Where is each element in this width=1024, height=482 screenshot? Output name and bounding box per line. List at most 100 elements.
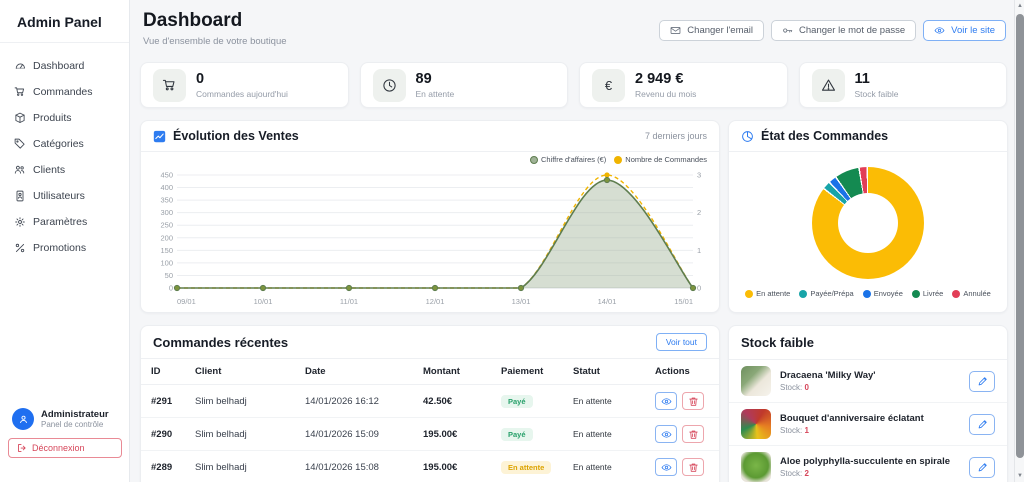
orders-table: ID Client Date Montant Paiement Statut A… <box>141 359 719 482</box>
sidebar: Admin Panel Dashboard Commandes Produits… <box>0 0 130 482</box>
order-client: Slim belhadj <box>185 450 295 482</box>
sidebar-nav: Dashboard Commandes Produits Catégories … <box>0 43 129 261</box>
sidebar-item-categories[interactable]: Catégories <box>0 131 129 157</box>
stat-label: Stock faible <box>854 89 899 99</box>
legend-label: Envoyée <box>873 289 903 298</box>
people-icon <box>14 165 25 174</box>
svg-text:350: 350 <box>160 196 173 205</box>
vertical-scrollbar[interactable]: ▲ ▼ <box>1014 0 1024 482</box>
view-order-button[interactable] <box>655 458 677 476</box>
edit-product-button[interactable] <box>969 456 995 478</box>
header-actions: Changer l'email Changer le mot de passe … <box>659 20 1006 41</box>
sales-line-chart: 0 50 100 150 200 250 300 350 400 450 0 1 2 3 09/01 10/0… <box>160 171 701 307</box>
product-stock: Stock: 0 <box>780 383 809 393</box>
admin-profile: Administrateur Panel de contrôle Déconne… <box>0 408 130 458</box>
product-name: Bouquet d'anniversaire éclatant <box>780 412 924 424</box>
order-status: En attente <box>563 450 645 482</box>
sidebar-item-label: Paramètres <box>33 216 88 228</box>
eye-icon <box>661 463 671 471</box>
svg-text:11/01: 11/01 <box>340 297 358 306</box>
profile-role: Panel de contrôle <box>41 420 104 430</box>
clock-icon <box>372 68 406 102</box>
mail-icon <box>670 26 681 35</box>
warning-icon <box>811 68 845 102</box>
delete-order-button[interactable] <box>682 392 704 410</box>
view-site-button[interactable]: Voir le site <box>923 20 1006 41</box>
stats-row: 0 Commandes aujourd'hui 89 En attente € … <box>140 62 1007 108</box>
sidebar-item-clients[interactable]: Clients <box>0 157 129 183</box>
sidebar-item-dashboard[interactable]: Dashboard <box>0 53 129 79</box>
view-order-button[interactable] <box>655 392 677 410</box>
trash-icon <box>688 463 698 472</box>
svg-text:14/01: 14/01 <box>598 297 617 306</box>
sidebar-item-commandes[interactable]: Commandes <box>0 79 129 105</box>
svg-text:1: 1 <box>697 246 701 255</box>
legend-dot <box>911 289 920 298</box>
recent-orders-title: Commandes récentes <box>153 334 289 350</box>
view-all-button[interactable]: Voir tout <box>655 333 707 351</box>
logout-icon <box>18 444 26 452</box>
legend-dot <box>799 289 808 298</box>
product-stock: Stock: 2 <box>780 469 809 479</box>
product-thumbnail <box>741 452 771 482</box>
payment-badge: Payé <box>501 427 533 441</box>
cart-icon <box>14 87 25 96</box>
legend-label: Livrée <box>922 289 944 298</box>
donut-hole <box>838 192 898 253</box>
delete-order-button[interactable] <box>682 458 704 476</box>
stat-label: En attente <box>415 89 455 99</box>
scroll-up-arrow[interactable]: ▲ <box>1016 3 1024 9</box>
edit-product-button[interactable] <box>969 370 995 392</box>
delete-order-button[interactable] <box>682 425 704 443</box>
order-amount: 195.00€ <box>413 450 491 482</box>
order-date: 14/01/2026 15:08 <box>295 450 413 482</box>
percent-icon <box>15 243 25 253</box>
change-password-button[interactable]: Changer le mot de passe <box>771 20 917 41</box>
change-email-button[interactable]: Changer l'email <box>659 20 765 41</box>
euro-icon: € <box>592 68 625 102</box>
sales-chart-body: Chiffre d'affaires (€) Nombre de Command… <box>141 152 719 312</box>
app-title: Admin Panel <box>0 0 129 43</box>
svg-text:13/01: 13/01 <box>512 297 531 306</box>
sidebar-item-parametres[interactable]: Paramètres <box>0 209 129 235</box>
change-email-label: Changer l'email <box>687 25 754 36</box>
product-stock: Stock: 1 <box>780 426 809 436</box>
orders-legend-dot <box>614 155 623 164</box>
pencil-icon <box>978 376 987 385</box>
sidebar-item-label: Clients <box>33 164 66 176</box>
trash-icon <box>688 430 698 439</box>
stat-card-low-stock: 11 Stock faible <box>798 62 1007 108</box>
orders-legend-label: Nombre de Commandes <box>625 155 707 164</box>
key-icon <box>783 28 793 33</box>
pie-chart-icon <box>742 130 753 142</box>
stat-card-orders-today: 0 Commandes aujourd'hui <box>140 62 349 108</box>
sidebar-item-promotions[interactable]: Promotions <box>0 235 129 261</box>
sales-chart-period: 7 derniers jours <box>644 131 707 141</box>
donut-wrap <box>729 152 1007 287</box>
order-actions <box>645 450 719 482</box>
logout-button[interactable]: Déconnexion <box>8 438 122 458</box>
order-date: 14/01/2026 16:12 <box>295 384 413 418</box>
sidebar-item-produits[interactable]: Produits <box>0 105 129 131</box>
sidebar-item-label: Commandes <box>33 86 93 98</box>
order-id: #290 <box>141 417 185 451</box>
legend-dot <box>745 289 754 298</box>
scrollbar-thumb[interactable] <box>1016 14 1024 458</box>
svg-text:10/01: 10/01 <box>254 297 273 306</box>
legend-label: En attente <box>756 289 791 298</box>
table-header-row: ID Client Date Montant Paiement Statut A… <box>141 359 719 385</box>
svg-text:3: 3 <box>697 171 701 180</box>
avatar <box>12 408 34 430</box>
svg-text:0: 0 <box>697 284 701 293</box>
order-status-title: État des Commandes <box>761 129 889 143</box>
order-actions <box>645 384 719 418</box>
order-date: 14/01/2026 15:09 <box>295 417 413 451</box>
edit-product-button[interactable] <box>969 413 995 435</box>
pencil-icon <box>978 419 987 428</box>
order-id: #291 <box>141 384 185 418</box>
sidebar-item-utilisateurs[interactable]: Utilisateurs <box>0 183 129 209</box>
svg-text:100: 100 <box>160 258 173 267</box>
svg-text:09/01: 09/01 <box>177 297 196 306</box>
scroll-down-arrow[interactable]: ▼ <box>1016 473 1024 479</box>
view-order-button[interactable] <box>655 425 677 443</box>
